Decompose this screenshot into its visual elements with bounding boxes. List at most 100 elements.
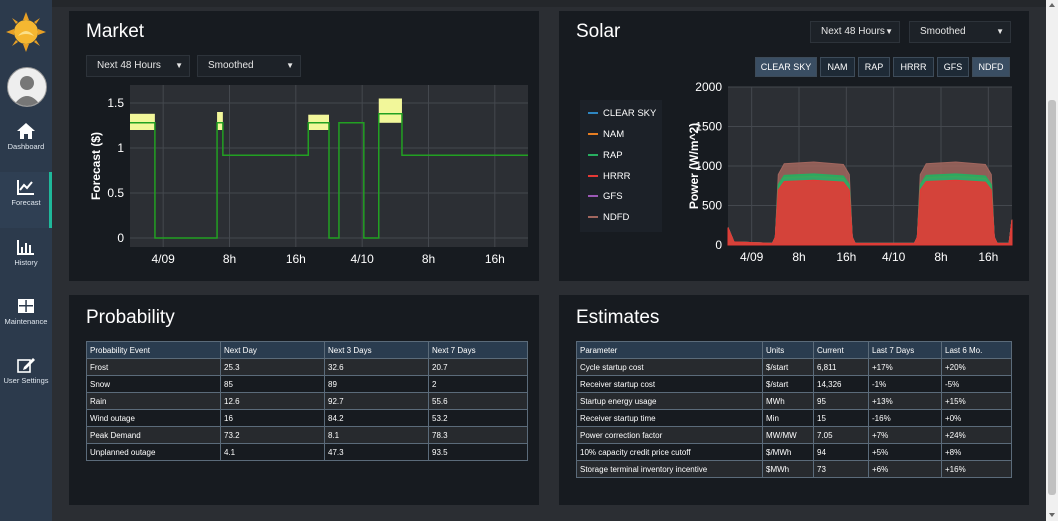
table-cell: 53.2 (428, 409, 528, 427)
table-row: Peak Demand 73.2 8.1 78.3 (86, 426, 528, 444)
legend-item-hrrr[interactable]: HRRR (588, 171, 630, 182)
estimates-table: Parameter Units Current Last 7 Days Last… (576, 341, 1012, 478)
table-cell: +16% (941, 460, 1012, 478)
table-row: Receiver startup cost $/start 14,326 -1% -5% (576, 375, 1012, 393)
legend-label: CLEAR SKY (603, 108, 657, 119)
table-row: 10% capacity credit price cutoff $/MWh 94 +… (576, 443, 1012, 461)
table-cell: 94 (813, 443, 869, 461)
table-cell: Wind outage (86, 409, 221, 427)
legend-swatch (588, 112, 598, 115)
x-tick-label: 4/09 (740, 250, 764, 264)
table-cell: +7% (868, 426, 942, 444)
nav-dashboard[interactable]: Dashboard (0, 116, 52, 172)
legend-item-nam[interactable]: NAM (588, 129, 624, 140)
legend-item-rap[interactable]: RAP (588, 150, 623, 161)
table-cell: +6% (868, 460, 942, 478)
table-cell: 32.6 (324, 358, 429, 376)
table-cell: 14,326 (813, 375, 869, 393)
scroll-thumb[interactable] (1048, 100, 1056, 495)
x-tick-label: 8h (422, 252, 435, 266)
solar-mode-dropdown[interactable]: Smoothed ▼ (909, 21, 1011, 43)
table-cell: Min (762, 409, 814, 427)
table-cell: MW/MW (762, 426, 814, 444)
nav-dashboard-label: Dashboard (7, 142, 45, 151)
user-avatar-icon (13, 76, 41, 106)
nav-user-settings[interactable]: User Settings (0, 350, 52, 406)
model-toggle-rap[interactable]: RAP (858, 57, 890, 77)
scrollbar[interactable] (1046, 0, 1058, 521)
table-cell: +13% (868, 392, 942, 410)
table-cell: 20.7 (428, 358, 528, 376)
table-cell: Receiver startup cost (576, 375, 763, 393)
table-cell: 55.6 (428, 392, 528, 410)
table-cell: Snow (86, 375, 221, 393)
legend-label: GFS (603, 191, 623, 202)
table-cell: 89 (324, 375, 429, 393)
table-row: Startup energy usage MWh 95 +13% +15% (576, 392, 1012, 410)
table-cell: 7.05 (813, 426, 869, 444)
y-tick-label: 0.5 (107, 186, 124, 200)
nav-forecast[interactable]: Forecast (0, 172, 52, 228)
x-tick-label: 4/09 (151, 252, 175, 266)
table-cell: 73.2 (220, 426, 325, 444)
model-toggle-hrrr[interactable]: HRRR (893, 57, 934, 77)
model-toggle-nam[interactable]: NAM (820, 57, 855, 77)
table-cell: 93.5 (428, 443, 528, 461)
legend-swatch (588, 216, 598, 219)
sun-logo-icon (6, 12, 46, 52)
table-row: Receiver startup time Min 15 -16% +0% (576, 409, 1012, 427)
solar-horizon-value: Next 48 Hours (821, 26, 885, 37)
legend-item-gfs[interactable]: GFS (588, 191, 623, 202)
table-header: Next Day (220, 341, 325, 359)
probability-title: Probability (86, 307, 175, 328)
scroll-down-icon[interactable] (1049, 513, 1055, 517)
market-mode-dropdown[interactable]: Smoothed ▼ (197, 55, 301, 77)
nav-history[interactable]: History (0, 232, 52, 288)
legend-item-clear-sky[interactable]: CLEAR SKY (588, 108, 656, 119)
table-header: Next 3 Days (324, 341, 429, 359)
table-cell: 73 (813, 460, 869, 478)
x-tick-label: 16h (836, 250, 856, 264)
table-cell: Cycle startup cost (576, 358, 763, 376)
table-cell: -5% (941, 375, 1012, 393)
table-header: Current (813, 341, 869, 359)
chevron-down-icon: ▼ (996, 27, 1004, 36)
table-cell: MWh (762, 392, 814, 410)
model-toggle-ndfd[interactable]: NDFD (972, 57, 1010, 77)
nav-maintenance[interactable]: Maintenance (0, 291, 52, 347)
table-cell: +17% (868, 358, 942, 376)
legend-label: RAP (603, 150, 623, 161)
nav-maintenance-label: Maintenance (4, 317, 48, 326)
model-toggle-clear-sky[interactable]: CLEAR SKY (755, 57, 817, 77)
table-cell: 8.1 (324, 426, 429, 444)
solar-mode-value: Smoothed (920, 26, 966, 37)
top-bar (52, 0, 1046, 7)
scroll-up-icon[interactable] (1049, 3, 1055, 7)
table-cell: +5% (868, 443, 942, 461)
sidebar: Dashboard Forecast History Maintenance U… (0, 0, 52, 521)
table-cell: 47.3 (324, 443, 429, 461)
solar-horizon-dropdown[interactable]: Next 48 Hours ▼ (810, 21, 900, 43)
uncertainty-band (217, 112, 223, 130)
legend-item-ndfd[interactable]: NDFD (588, 212, 629, 223)
market-horizon-dropdown[interactable]: Next 48 Hours ▼ (86, 55, 190, 77)
table-cell: $/start (762, 358, 814, 376)
y-tick-label: 1 (117, 141, 124, 155)
table-cell: 85 (220, 375, 325, 393)
model-toggle-gfs[interactable]: GFS (937, 57, 969, 77)
legend-swatch (588, 195, 598, 198)
legend-swatch (588, 175, 598, 178)
grid-icon (18, 299, 34, 313)
nav-history-label: History (14, 258, 38, 267)
table-cell: +20% (941, 358, 1012, 376)
table-cell: 25.3 (220, 358, 325, 376)
solar-legend: CLEAR SKY NAM RAP HRRR GFS NDFD (580, 100, 662, 232)
chevron-down-icon: ▼ (175, 61, 183, 70)
market-title: Market (86, 21, 145, 42)
table-cell: 92.7 (324, 392, 429, 410)
home-icon (17, 123, 35, 139)
chevron-down-icon: ▼ (885, 27, 893, 36)
legend-label: NDFD (603, 212, 630, 223)
user-avatar[interactable] (7, 67, 47, 107)
x-tick-label: 8h (792, 250, 805, 264)
